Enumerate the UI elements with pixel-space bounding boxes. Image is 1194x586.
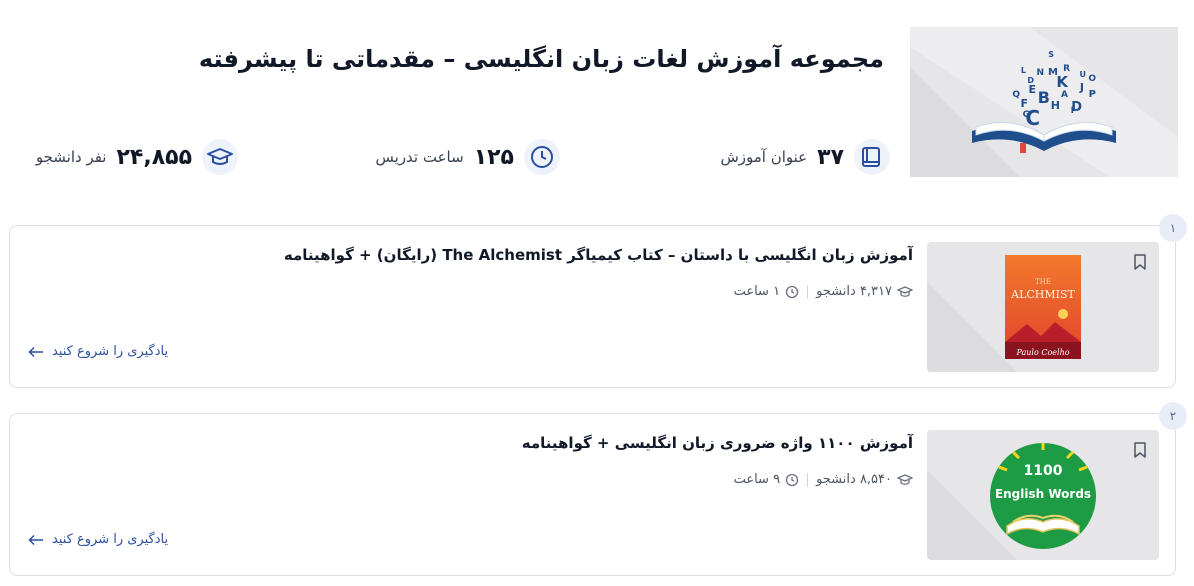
svg-text:O: O bbox=[1088, 74, 1096, 84]
svg-text:N: N bbox=[1036, 68, 1044, 78]
svg-text:S: S bbox=[1048, 50, 1054, 59]
arrow-left-icon bbox=[28, 534, 43, 545]
course-index-badge: ۲ bbox=[1159, 402, 1187, 430]
stat-lessons-label: عنوان آموزش bbox=[720, 148, 808, 166]
book-icon bbox=[854, 139, 890, 175]
words-caption-text: English Words bbox=[995, 487, 1091, 501]
svg-text:G: G bbox=[1023, 110, 1030, 120]
course-students: ۴,۳۱۷ دانشجو bbox=[816, 284, 913, 299]
stat-hours: ۱۲۵ ساعت تدریس bbox=[376, 137, 560, 177]
svg-text:I: I bbox=[1071, 106, 1074, 116]
course-card[interactable]: ۱ THE ALCHMIST Paulo Coelho آموزش زبان ا… bbox=[9, 214, 1187, 388]
course-card[interactable]: ۲ 1100 English Words آموزش ۱۱۰۰ واژه ضرو… bbox=[9, 402, 1187, 576]
course-duration-text: ۱ ساعت bbox=[733, 284, 781, 299]
course-thumbnail[interactable]: THE ALCHMIST Paulo Coelho bbox=[927, 242, 1159, 372]
svg-text:J: J bbox=[1079, 81, 1084, 94]
clock-icon bbox=[785, 473, 799, 486]
clock-icon bbox=[524, 139, 560, 175]
graduation-cap-icon bbox=[202, 139, 238, 175]
svg-text:F: F bbox=[1020, 97, 1028, 110]
svg-text:Q: Q bbox=[1012, 90, 1020, 100]
page-title: مجموعه آموزش لغات زبان انگلیسی – مقدماتی… bbox=[198, 45, 884, 73]
svg-text:K: K bbox=[1056, 73, 1069, 91]
start-learning-label: یادگیری را شروع کنید bbox=[52, 344, 169, 359]
collection-cover-image: C B K H D F E J P M N R Q O G I S L D U bbox=[910, 27, 1178, 177]
graduation-cap-icon bbox=[897, 285, 913, 297]
course-title[interactable]: آموزش ۱۱۰۰ واژه ضروری زبان انگلیسی + گوا… bbox=[522, 434, 913, 452]
start-learning-label: یادگیری را شروع کنید bbox=[52, 532, 169, 547]
start-learning-link[interactable]: یادگیری را شروع کنید bbox=[28, 344, 168, 359]
course-students: ۸,۵۴۰ دانشجو bbox=[816, 472, 913, 487]
stat-students-label: نفر دانشجو bbox=[35, 148, 107, 166]
stat-lessons: ۳۷ عنوان آموزش bbox=[720, 137, 890, 177]
words-number-text: 1100 bbox=[1024, 463, 1063, 479]
svg-text:L: L bbox=[1021, 66, 1026, 75]
svg-text:B: B bbox=[1038, 88, 1050, 107]
course-duration: ۱ ساعت bbox=[734, 284, 800, 299]
svg-text:M: M bbox=[1048, 67, 1058, 78]
course-meta: ۴,۳۱۷ دانشجو ۱ ساعت bbox=[734, 284, 913, 299]
graduation-cap-icon bbox=[897, 473, 913, 485]
course-meta: ۸,۵۴۰ دانشجو ۹ ساعت bbox=[734, 472, 913, 487]
course-students-text: ۸,۵۴۰ دانشجو bbox=[816, 472, 892, 487]
svg-text:H: H bbox=[1051, 99, 1060, 112]
course-duration-text: ۹ ساعت bbox=[733, 472, 781, 487]
course-students-text: ۴,۳۱۷ دانشجو bbox=[816, 284, 892, 299]
course-title[interactable]: آموزش زبان انگلیسی با داستان – کتاب کیمی… bbox=[284, 246, 913, 264]
alchemist-title-text: ALCHMIST bbox=[1010, 288, 1075, 301]
course-index-badge: ۱ bbox=[1159, 214, 1187, 242]
stat-hours-label: ساعت تدریس bbox=[375, 148, 464, 166]
stat-hours-value: ۱۲۵ bbox=[473, 144, 514, 170]
start-learning-link[interactable]: یادگیری را شروع کنید bbox=[28, 532, 168, 547]
stat-lessons-value: ۳۷ bbox=[817, 144, 844, 170]
stat-students: ۲۴,۸۵۵ نفر دانشجو bbox=[36, 137, 238, 177]
alchemist-top-text: THE bbox=[1035, 278, 1051, 286]
svg-text:R: R bbox=[1063, 64, 1070, 74]
course-thumbnail[interactable]: 1100 English Words bbox=[927, 430, 1159, 560]
svg-text:A: A bbox=[1061, 90, 1068, 100]
svg-text:D: D bbox=[1027, 76, 1034, 85]
meta-divider bbox=[807, 472, 809, 487]
meta-divider bbox=[807, 284, 809, 299]
course-collection-page: C B K H D F E J P M N R Q O G I S L D U bbox=[0, 0, 1194, 586]
course-duration: ۹ ساعت bbox=[734, 472, 800, 487]
stat-students-value: ۲۴,۸۵۵ bbox=[116, 144, 193, 170]
collection-stats: ۳۷ عنوان آموزش ۱۲۵ ساعت تدریس ۲۴,۸۵۵ نفر… bbox=[8, 137, 890, 177]
bookmark-icon[interactable] bbox=[1133, 254, 1147, 275]
svg-text:U: U bbox=[1080, 70, 1087, 79]
svg-text:P: P bbox=[1089, 89, 1096, 100]
clock-icon bbox=[785, 285, 799, 298]
arrow-left-icon bbox=[28, 346, 43, 357]
alchemist-author-text: Paulo Coelho bbox=[1015, 348, 1069, 357]
bookmark-icon[interactable] bbox=[1133, 442, 1147, 463]
